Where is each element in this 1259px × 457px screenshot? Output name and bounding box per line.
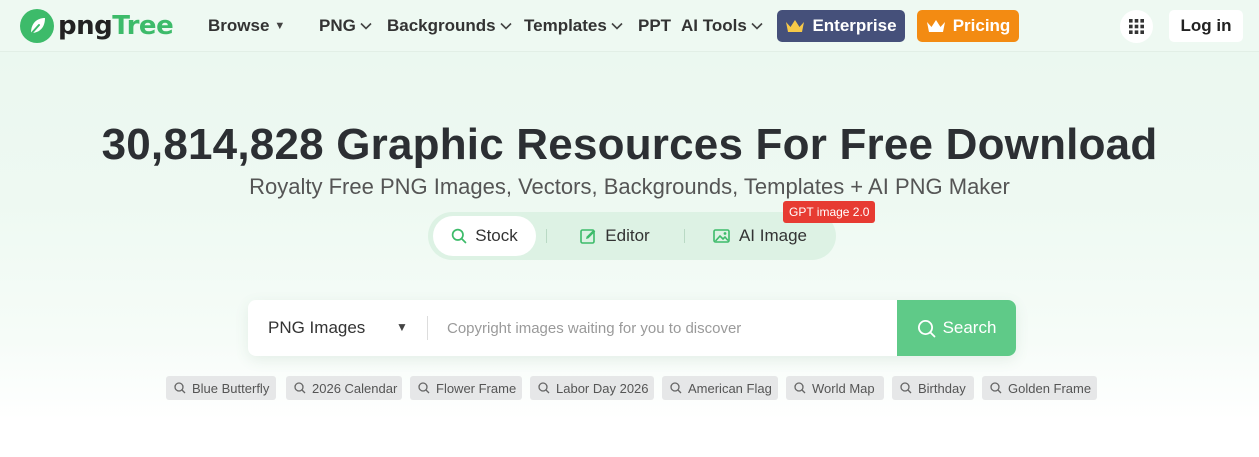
search-icon [794,382,806,394]
crown-icon [786,20,805,32]
gpt-image-badge: GPT image 2.0 [783,201,876,223]
nav-backgrounds-label: Backgrounds [387,16,496,35]
nav-ai-tools-label: AI Tools [681,16,747,35]
nav-ppt-label: PPT [638,16,672,35]
tab-editor[interactable]: Editor [556,216,674,256]
page-subtitle: Royalty Free PNG Images, Vectors, Backgr… [249,174,1010,199]
search-icon [917,319,935,337]
pricing-button[interactable]: Pricing [917,10,1019,42]
triangle-down-icon: ▼ [396,320,408,334]
pngtree-logo[interactable]: pngTree [20,9,174,43]
enterprise-label: Enterprise [812,16,897,35]
search-icon [990,382,1002,394]
crown-icon [926,20,945,32]
nav-templates[interactable]: Templates [524,14,623,38]
search-input[interactable] [447,314,887,342]
nav-browse-label: Browse [208,16,270,35]
chevron-down-icon [611,22,623,30]
triangle-down-icon: ▼ [274,20,286,32]
apps-grid-button[interactable] [1120,10,1153,43]
search-icon [294,382,306,394]
search-icon [451,228,467,244]
search-mode-tabs: Stock Editor AI Image [428,212,836,260]
search-tag-label: Flower Frame [436,380,517,396]
search-button[interactable]: Search [897,300,1016,356]
search-icon [670,382,682,394]
login-button[interactable]: Log in [1169,10,1243,42]
nav-browse[interactable]: Browse ▼ [208,14,285,38]
page-title: 30,814,828 Graphic Resources For Free Do… [101,120,1158,169]
tab-stock[interactable]: Stock [433,216,536,256]
nav-png[interactable]: PNG [319,14,372,38]
image-icon [713,229,730,243]
tab-ai-image-label: AI Image [738,226,808,245]
search-tag-label: Golden Frame [1008,380,1092,396]
search-tag-label: World Map [812,380,875,396]
search-icon [418,382,430,394]
search-tag-label: Blue Butterfly [192,380,270,396]
search-tag[interactable]: Flower Frame [410,376,522,400]
search-tag[interactable]: World Map [786,376,884,400]
nav-backgrounds[interactable]: Backgrounds [387,14,512,38]
logo-wordmark: pngTree [58,11,174,41]
search-icon [174,382,186,394]
grid-icon [1129,19,1144,34]
search-divider [427,316,428,340]
leaf-logo-icon [20,9,54,43]
search-tag[interactable]: 2026 Calendar [286,376,402,400]
search-bar: PNG Images ▼ Search [248,300,1016,356]
search-icon [538,382,550,394]
top-navigation-bar: pngTree Browse ▼ PNG Backgrounds Templat… [0,0,1259,52]
chevron-down-icon [500,22,512,30]
tab-divider [684,229,685,243]
tab-divider [546,229,547,243]
category-select[interactable]: PNG Images ▼ [248,300,426,356]
search-tag-label: Birthday [918,380,966,396]
enterprise-button[interactable]: Enterprise [777,10,905,42]
search-tag-label: 2026 Calendar [312,380,398,396]
search-tag-label: Labor Day 2026 [556,380,649,396]
search-tag[interactable]: Labor Day 2026 [530,376,654,400]
chevron-down-icon [360,22,372,30]
search-tag[interactable]: Blue Butterfly [166,376,276,400]
chevron-down-icon [751,22,763,30]
tab-editor-label: Editor [605,226,650,245]
search-tag[interactable]: Birthday [892,376,974,400]
nav-templates-label: Templates [524,16,607,35]
pricing-label: Pricing [952,16,1011,35]
search-icon [900,382,912,394]
category-select-value: PNG Images [268,318,366,337]
search-tag[interactable]: Golden Frame [982,376,1097,400]
edit-icon [580,228,596,244]
tab-stock-label: Stock [475,226,518,245]
search-button-label: Search [942,318,997,337]
nav-ppt[interactable]: PPT [638,14,671,38]
search-tag-label: American Flag [688,380,772,396]
nav-ai-tools[interactable]: AI Tools [681,14,763,38]
search-tag[interactable]: American Flag [662,376,778,400]
nav-png-label: PNG [319,16,356,35]
